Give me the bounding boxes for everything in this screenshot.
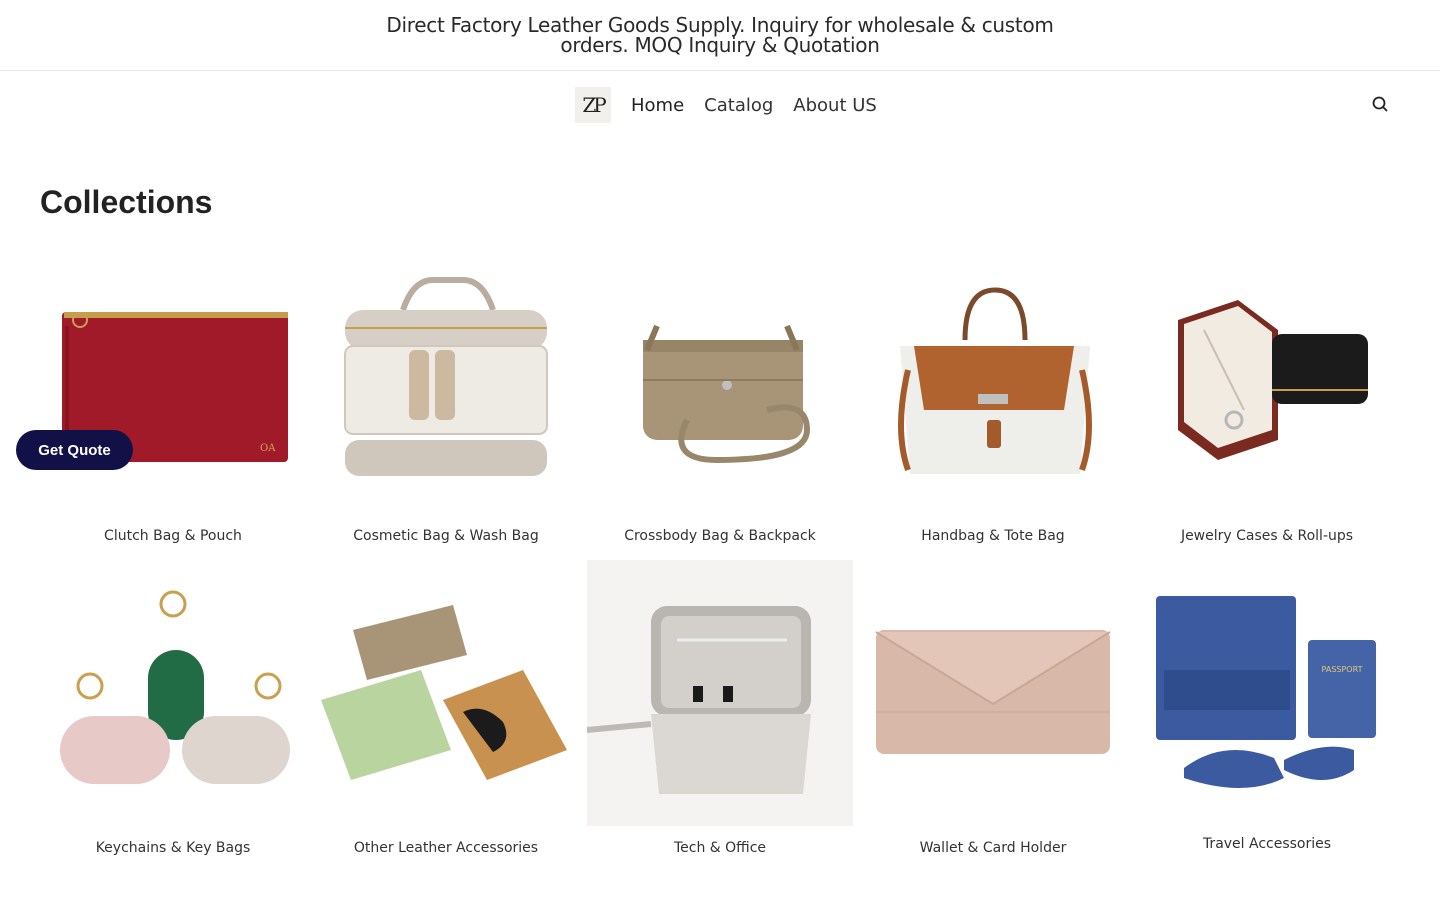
collection-image[interactable]: OA [40, 250, 306, 516]
get-quote-button[interactable]: Get Quote [16, 430, 133, 470]
search-icon [1372, 96, 1388, 112]
collection-label[interactable]: Crossbody Bag & Backpack [587, 528, 853, 544]
collection-label[interactable]: Keychains & Key Bags [40, 840, 306, 856]
collection-image[interactable] [1134, 250, 1400, 516]
site-logo[interactable]: ZP [575, 87, 611, 123]
site-header: ZP Home Catalog About US [0, 71, 1440, 137]
collection-label[interactable]: Cosmetic Bag & Wash Bag [313, 528, 579, 544]
collection-label[interactable]: Jewelry Cases & Roll-ups [1134, 528, 1400, 544]
announcement-text: Direct Factory Leather Goods Supply. Inq… [386, 13, 1054, 57]
collection-image[interactable]: PASSPORT [1134, 560, 1400, 826]
collection-image[interactable] [313, 250, 579, 516]
collection-image[interactable] [587, 250, 853, 516]
collection-image[interactable] [860, 250, 1126, 516]
announcement-bar: Direct Factory Leather Goods Supply. Inq… [0, 0, 1440, 71]
main-nav: ZP Home Catalog About US [575, 87, 897, 123]
collection-label[interactable]: Travel Accessories [1134, 836, 1400, 852]
nav-home[interactable]: Home [631, 95, 684, 116]
search-button[interactable] [1370, 94, 1390, 114]
collection-image[interactable] [587, 560, 853, 826]
nav-about-us[interactable]: About US [793, 95, 877, 116]
collection-image[interactable] [860, 560, 1126, 826]
page-title: Collections [40, 184, 213, 220]
monogram-text: OA [260, 443, 276, 454]
collection-label[interactable]: Other Leather Accessories [313, 840, 579, 856]
collection-image[interactable] [313, 560, 579, 826]
collection-label[interactable]: Handbag & Tote Bag [860, 528, 1126, 544]
passport-text: PASSPORT [1322, 665, 1363, 674]
nav-catalog[interactable]: Catalog [704, 95, 773, 116]
collection-label[interactable]: Tech & Office [587, 840, 853, 856]
collection-label[interactable]: Wallet & Card Holder [860, 840, 1126, 856]
collection-image[interactable] [40, 560, 306, 826]
collection-label[interactable]: Clutch Bag & Pouch [40, 528, 306, 544]
